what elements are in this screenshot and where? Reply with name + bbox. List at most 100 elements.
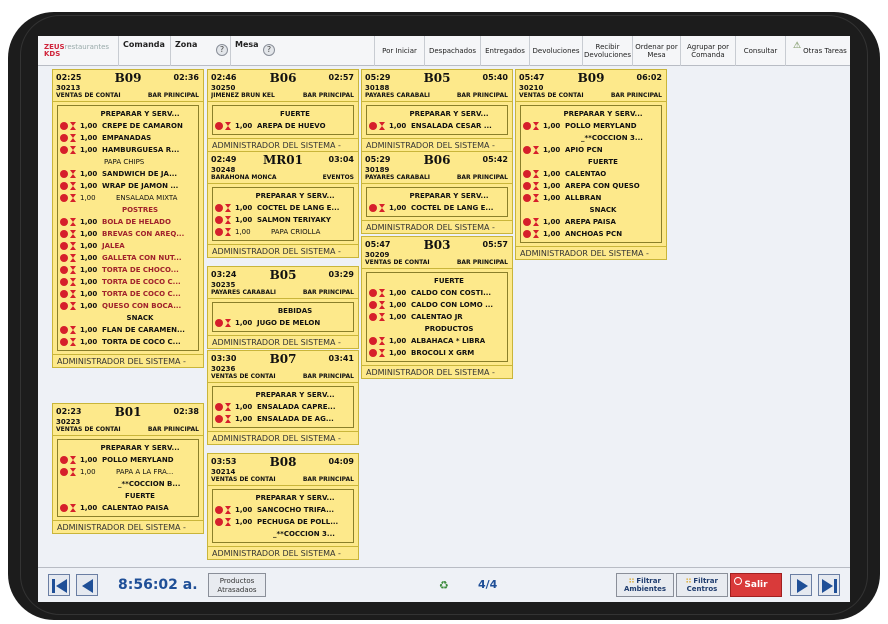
recibir-devoluciones-button[interactable]: Recibir Devoluciones <box>582 36 632 66</box>
order-item[interactable]: 1,00 TORTA DE COCO C... <box>58 276 198 288</box>
order-item[interactable]: 1,00 QUESO CON BOCA... <box>58 300 198 312</box>
zona-help-icon[interactable]: ? <box>216 44 228 56</box>
status-dot-icon[interactable] <box>215 204 223 212</box>
otras-tareas-button[interactable]: ⚠ Otras Tareas <box>785 36 850 66</box>
order-item[interactable]: 1,00 SANCOCHO TRIFA... <box>213 504 353 516</box>
status-dot-icon[interactable] <box>60 242 68 250</box>
status-dot-icon[interactable] <box>60 122 68 130</box>
status-dot-icon[interactable] <box>215 216 223 224</box>
status-dot-icon[interactable] <box>60 326 68 334</box>
order-item[interactable]: 1,00 BROCOLI X GRM <box>367 347 507 359</box>
order-item[interactable]: 1,00 ALLBRAN <box>521 192 661 204</box>
ordenar-por-mesa-button[interactable]: Ordenar por Mesa <box>632 36 680 66</box>
entregados-button[interactable]: Entregados <box>480 36 529 66</box>
order-card[interactable]: 05:29 B06 05:42 30189 PAYARES CARABALI BAR PR… <box>361 151 513 234</box>
next-page-button[interactable] <box>790 574 812 596</box>
order-card[interactable]: 03:53 B08 04:09 30214 VENTAS DE CONTAI BAR PR… <box>207 453 359 560</box>
order-card[interactable]: 05:47 B09 06:02 30210 VENTAS DE CONTAI BAR PR… <box>515 69 667 260</box>
order-item[interactable]: 1,00 CREPE DE CAMARON <box>58 120 198 132</box>
comanda-filter[interactable]: Comanda <box>118 36 170 66</box>
mesa-help-icon[interactable]: ? <box>263 44 275 56</box>
devoluciones-button[interactable]: Devoluciones <box>529 36 582 66</box>
status-dot-icon[interactable] <box>60 254 68 262</box>
status-dot-icon[interactable] <box>369 337 377 345</box>
last-page-button[interactable] <box>818 574 840 596</box>
order-card[interactable]: 02:23 B01 02:38 30223 VENTAS DE CONTAI BAR PR… <box>52 403 204 534</box>
order-item[interactable]: 1,00 COCTEL DE LANG E... <box>367 202 507 214</box>
order-item[interactable]: 1,00 BOLA DE HELADO <box>58 216 198 228</box>
status-dot-icon[interactable] <box>60 278 68 286</box>
salir-button[interactable]: Salir <box>730 573 782 597</box>
mesa-filter[interactable]: Mesa <box>230 36 290 66</box>
status-dot-icon[interactable] <box>523 230 531 238</box>
order-item[interactable]: 1,00 ENSALADA CESAR ... <box>367 120 507 132</box>
status-dot-icon[interactable] <box>523 182 531 190</box>
status-dot-icon[interactable] <box>60 146 68 154</box>
filtrar-ambientes-button[interactable]: ∷ Filtrar Ambientes <box>616 573 674 597</box>
order-card[interactable]: 02:49 MR01 03:04 30248 BARAHONA MONCA EVENTOS… <box>207 151 359 258</box>
status-dot-icon[interactable] <box>523 170 531 178</box>
status-dot-icon[interactable] <box>523 146 531 154</box>
status-dot-icon[interactable] <box>60 194 68 202</box>
order-card[interactable]: 03:30 B07 03:41 30236 VENTAS DE CONTAI BAR PR… <box>207 350 359 445</box>
status-dot-icon[interactable] <box>523 194 531 202</box>
order-item[interactable]: 1,00 EMPANADAS <box>58 132 198 144</box>
status-dot-icon[interactable] <box>215 403 223 411</box>
order-item[interactable]: 1,00 ENSALADA DE AG... <box>213 413 353 425</box>
order-card[interactable]: 02:25 B09 02:36 30213 VENTAS DE CONTAI BAR PR… <box>52 69 204 368</box>
order-item[interactable]: 1,00 CALDO CON COSTI... <box>367 287 507 299</box>
status-dot-icon[interactable] <box>369 301 377 309</box>
order-item[interactable]: 1,00 AREPA PAISA <box>521 216 661 228</box>
order-item[interactable]: 1,00 GALLETA CON NUT... <box>58 252 198 264</box>
order-item[interactable]: 1,00 COCTEL DE LANG E... <box>213 202 353 214</box>
order-card[interactable]: 05:47 B03 05:57 30209 VENTAS DE CONTAI BAR PR… <box>361 236 513 379</box>
status-dot-icon[interactable] <box>60 170 68 178</box>
status-dot-icon[interactable] <box>215 506 223 514</box>
status-dot-icon[interactable] <box>369 122 377 130</box>
status-dot-icon[interactable] <box>215 122 223 130</box>
order-item[interactable]: 1,00 CALENTAO JR <box>367 311 507 323</box>
order-item[interactable]: 1,00 SANDWICH DE JA... <box>58 168 198 180</box>
order-item[interactable]: 1,00 SALMON TERIYAKY <box>213 214 353 226</box>
order-item[interactable]: 1,00 HAMBURGUESA R... <box>58 144 198 156</box>
despachados-button[interactable]: Despachados <box>424 36 480 66</box>
por-iniciar-button[interactable]: Por Iniciar <box>374 36 424 66</box>
order-item[interactable]: 1,00 AREPA CON QUESO <box>521 180 661 192</box>
status-dot-icon[interactable] <box>60 338 68 346</box>
order-item[interactable]: 1,00 PAPA A LA FRA... <box>58 466 198 478</box>
status-dot-icon[interactable] <box>215 228 223 236</box>
status-dot-icon[interactable] <box>60 456 68 464</box>
order-item[interactable]: 1,00 PAPA CRIOLLA <box>213 226 353 238</box>
order-item[interactable]: 1,00 FLAN DE CARAMEN... <box>58 324 198 336</box>
status-dot-icon[interactable] <box>523 218 531 226</box>
order-item[interactable]: 1,00 ENSALADA MIXTA <box>58 192 198 204</box>
status-dot-icon[interactable] <box>215 319 223 327</box>
status-dot-icon[interactable] <box>215 415 223 423</box>
status-dot-icon[interactable] <box>369 289 377 297</box>
order-card[interactable]: 02:46 B06 02:57 30250 JIMENEZ BRUN KEL BAR PR… <box>207 69 359 152</box>
status-dot-icon[interactable] <box>60 468 68 476</box>
status-dot-icon[interactable] <box>369 204 377 212</box>
consultar-button[interactable]: Consultar <box>735 36 785 66</box>
refresh-icon[interactable]: ♻ <box>439 579 449 592</box>
order-item[interactable]: 1,00 AREPA DE HUEVO <box>213 120 353 132</box>
order-item[interactable]: 1,00 TORTA DE COCO C... <box>58 288 198 300</box>
status-dot-icon[interactable] <box>369 349 377 357</box>
prev-page-button[interactable] <box>76 574 98 596</box>
order-item[interactable]: 1,00 JUGO DE MELON <box>213 317 353 329</box>
order-item[interactable]: 1,00 POLLO MERYLAND <box>58 454 198 466</box>
order-item[interactable]: 1,00 ANCHOAS PCN <box>521 228 661 240</box>
order-item[interactable]: 1,00 ALBAHACA * LIBRA <box>367 335 507 347</box>
status-dot-icon[interactable] <box>60 230 68 238</box>
order-item[interactable]: 1,00 CALENTAO PAISA <box>58 502 198 514</box>
order-item[interactable]: 1,00 APIO PCN <box>521 144 661 156</box>
status-dot-icon[interactable] <box>60 218 68 226</box>
order-item[interactable]: 1,00 WRAP DE JAMON ... <box>58 180 198 192</box>
order-item[interactable]: 1,00 CALENTAO <box>521 168 661 180</box>
status-dot-icon[interactable] <box>369 313 377 321</box>
status-dot-icon[interactable] <box>60 302 68 310</box>
order-card[interactable]: 05:29 B05 05:40 30188 PAYARES CARABALI BAR PR… <box>361 69 513 152</box>
status-dot-icon[interactable] <box>60 290 68 298</box>
productos-atrasados-button[interactable]: Productos Atrasadaos <box>208 573 266 597</box>
status-dot-icon[interactable] <box>60 134 68 142</box>
